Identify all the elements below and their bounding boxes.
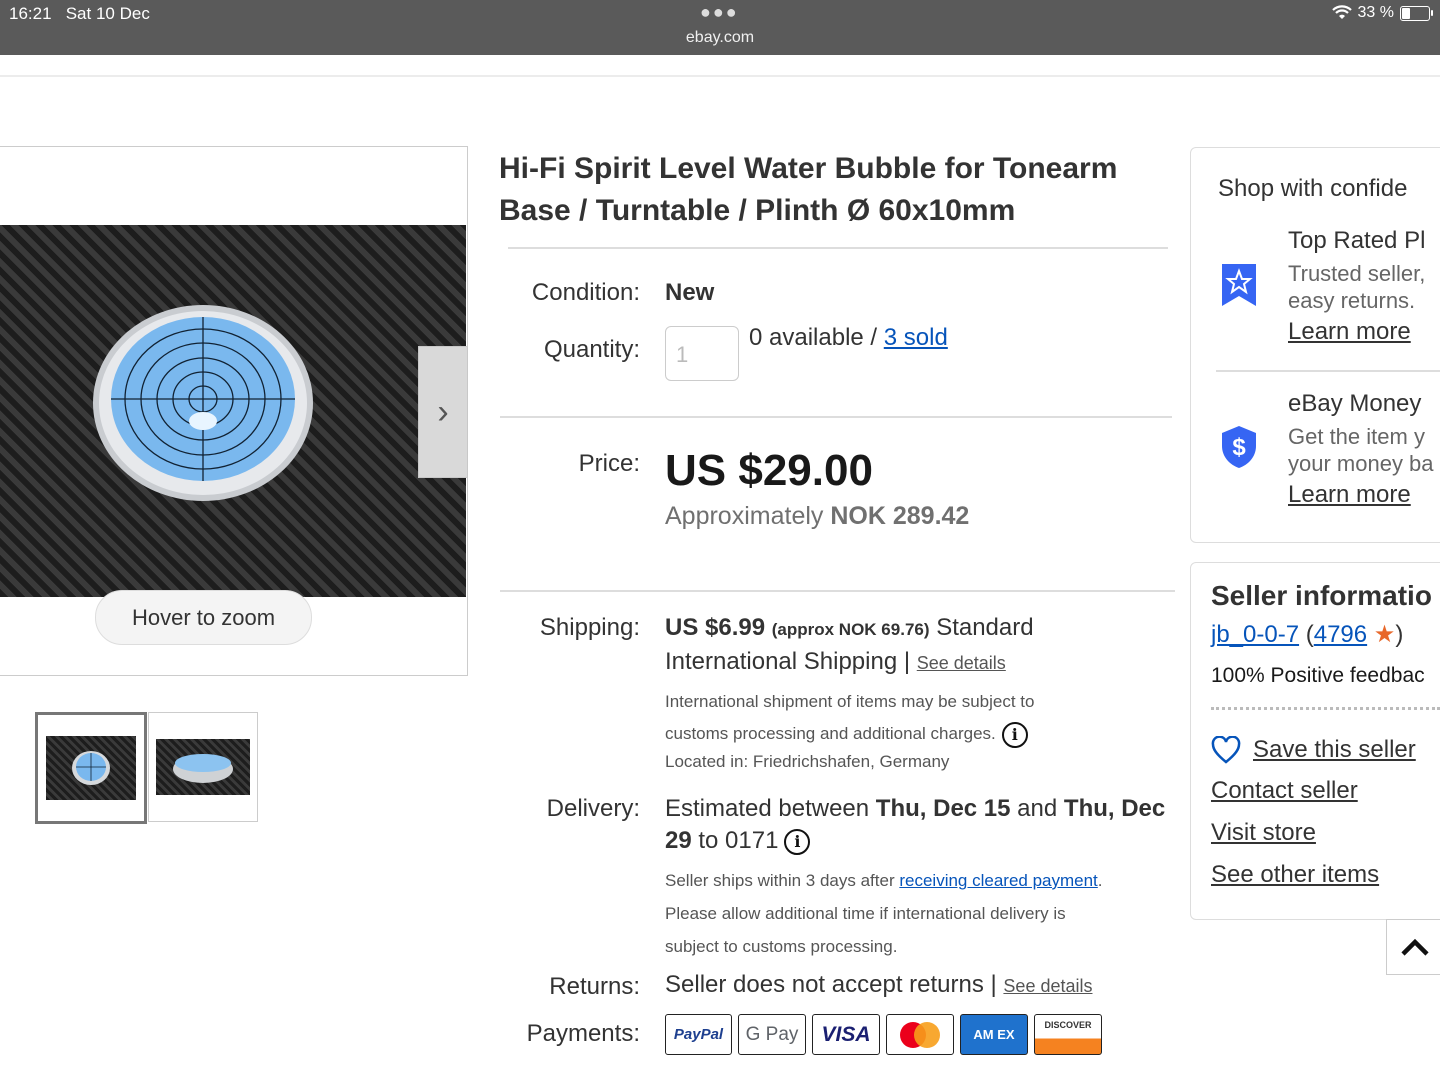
star-ribbon-icon	[1220, 262, 1258, 313]
mastercard-logo	[886, 1014, 954, 1055]
delivery-estimate: Estimated between Thu, Dec 15 and Thu, D…	[665, 795, 1166, 855]
returns-see-details-link[interactable]: See details	[1003, 976, 1092, 996]
dollar-shield-icon: $	[1220, 424, 1258, 475]
approx-price-value: NOK 289.42	[830, 502, 970, 530]
quantity-input[interactable]: 1	[665, 326, 739, 381]
quantity-divider	[500, 416, 1172, 418]
back-to-top-button[interactable]	[1386, 919, 1440, 975]
status-indicators: 33 %	[1331, 4, 1433, 22]
delivery-info-icon[interactable]: i	[784, 828, 811, 855]
availability: 0 available / 3 sold	[749, 324, 948, 352]
seller-name-link[interactable]: jb_0-0-7	[1211, 621, 1299, 648]
amex-logo: AM EX	[960, 1014, 1028, 1055]
battery-percent: 33 %	[1357, 4, 1394, 21]
quantity-label: Quantity:	[543, 336, 640, 363]
address-bar[interactable]: ebay.com	[0, 29, 1440, 47]
returns-label: Returns:	[549, 973, 640, 1000]
next-image-button[interactable]: ›	[418, 346, 468, 478]
header-divider	[0, 75, 1440, 77]
confidence-divider	[1216, 370, 1440, 372]
save-seller-button[interactable]: Save this seller	[1211, 736, 1416, 764]
approx-price: Approximately NOK 289.42	[665, 502, 970, 530]
price-value: US $29.00	[665, 446, 873, 495]
top-rated-learn-more-link[interactable]: Learn more	[1288, 318, 1411, 346]
star-icon: ★	[1373, 621, 1396, 648]
shipping-label: Shipping:	[539, 614, 640, 641]
price-label: Price:	[578, 450, 640, 477]
money-back-title: eBay Money	[1288, 390, 1422, 417]
paypal-logo: PayPal	[665, 1014, 732, 1055]
seller-heading: Seller informatio	[1211, 580, 1432, 611]
contact-seller-link[interactable]: Contact seller	[1211, 777, 1358, 805]
main-product-image[interactable]	[0, 225, 466, 597]
delivery-label: Delivery:	[546, 795, 640, 822]
money-back-description: Get the item y your money ba	[1288, 424, 1434, 476]
chevron-up-icon	[1401, 938, 1429, 956]
battery-icon	[1400, 5, 1433, 21]
status-date: Sat 10 Dec	[65, 4, 150, 23]
more-dots-icon[interactable]: ●●●	[700, 2, 739, 23]
status-time: 16:21 Sat 10 Dec	[9, 4, 150, 23]
shipping-cost: US $6.99 (approx NOK 69.76) Standard Int…	[665, 614, 1034, 675]
see-other-items-link[interactable]: See other items	[1211, 861, 1379, 889]
money-back-learn-more-link[interactable]: Learn more	[1288, 481, 1411, 509]
chevron-right-icon: ›	[437, 392, 449, 431]
condition-label: Condition:	[531, 279, 640, 306]
product-title: Hi-Fi Spirit Level Water Bubble for Tone…	[499, 152, 1118, 227]
top-rated-description: Trusted seller, easy returns.	[1288, 261, 1426, 313]
confidence-heading: Shop with confide	[1218, 175, 1408, 202]
seller-id: jb_0-0-7 (4796 ★)	[1211, 621, 1404, 648]
thumbnail-1[interactable]	[35, 712, 147, 824]
heart-icon	[1211, 736, 1241, 764]
returns-policy: Seller does not accept returns | See det…	[665, 971, 1093, 998]
status-bar: 16:21 Sat 10 Dec ●●● ebay.com 33 %	[0, 0, 1440, 55]
shipping-see-details-link[interactable]: See details	[917, 653, 1006, 673]
thumbnail-2[interactable]	[148, 712, 258, 822]
wifi-icon	[1331, 5, 1352, 19]
svg-text:$: $	[1232, 434, 1246, 461]
shipping-note: International shipment of items may be s…	[665, 686, 1034, 750]
top-rated-title: Top Rated Pl	[1288, 227, 1426, 254]
visit-store-link[interactable]: Visit store	[1211, 819, 1316, 847]
price-divider	[500, 590, 1175, 592]
discover-logo: DISCOVER	[1034, 1014, 1102, 1055]
title-divider	[508, 247, 1168, 249]
visa-logo: VISA	[812, 1014, 880, 1055]
condition-value: New	[665, 279, 715, 306]
gpay-logo: G Pay	[738, 1014, 806, 1055]
zoom-hint: Hover to zoom	[95, 590, 312, 645]
available-count: 0 available /	[749, 324, 884, 351]
item-location: Located in: Friedrichshafen, Germany	[665, 752, 950, 771]
sold-link[interactable]: 3 sold	[884, 324, 948, 351]
cleared-payment-link[interactable]: receiving cleared payment	[899, 871, 1097, 890]
info-icon[interactable]: i	[1001, 721, 1028, 748]
seller-divider	[1211, 707, 1440, 710]
seller-score-link[interactable]: 4796	[1314, 621, 1367, 648]
seller-feedback: 100% Positive feedbac	[1211, 664, 1425, 687]
delivery-note: Seller ships within 3 days after receivi…	[665, 871, 1103, 956]
payments-label: Payments:	[526, 1020, 640, 1047]
